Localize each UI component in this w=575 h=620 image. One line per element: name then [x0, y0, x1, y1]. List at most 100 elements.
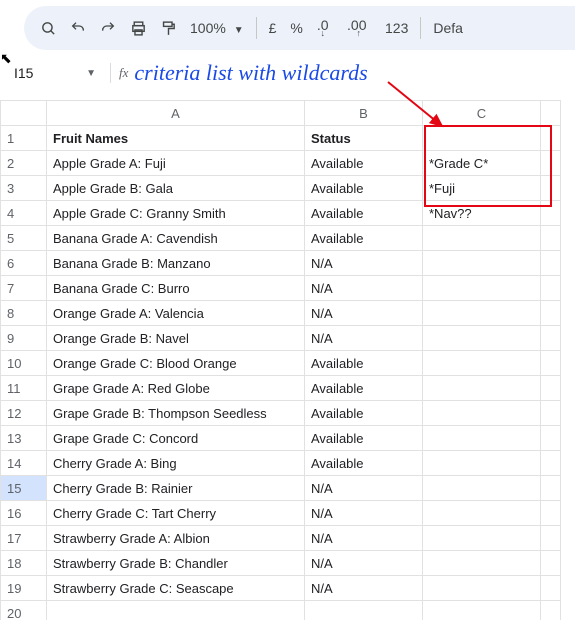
- cell[interactable]: [423, 401, 541, 426]
- search-icon[interactable]: [34, 14, 62, 42]
- print-icon[interactable]: [124, 14, 152, 42]
- name-box[interactable]: I15 ▼: [14, 65, 102, 81]
- cell[interactable]: [423, 476, 541, 501]
- row-header[interactable]: 9: [1, 326, 47, 351]
- cell[interactable]: [541, 526, 561, 551]
- cell[interactable]: N/A: [305, 301, 423, 326]
- cell[interactable]: *Grade C*: [423, 151, 541, 176]
- table-row[interactable]: 17Strawberry Grade A: AlbionN/A: [1, 526, 561, 551]
- font-dropdown[interactable]: Defa: [427, 20, 469, 36]
- table-row[interactable]: 19Strawberry Grade C: SeascapeN/A: [1, 576, 561, 601]
- cell[interactable]: Fruit Names: [47, 126, 305, 151]
- cell[interactable]: [541, 601, 561, 620]
- cell[interactable]: Available: [305, 176, 423, 201]
- table-row[interactable]: 10Orange Grade C: Blood OrangeAvailable: [1, 351, 561, 376]
- cell[interactable]: Grape Grade C: Concord: [47, 426, 305, 451]
- cell[interactable]: [541, 351, 561, 376]
- table-row[interactable]: 15Cherry Grade B: RainierN/A: [1, 476, 561, 501]
- cell[interactable]: [423, 351, 541, 376]
- row-header[interactable]: 2: [1, 151, 47, 176]
- cell[interactable]: N/A: [305, 251, 423, 276]
- table-row[interactable]: 5Banana Grade A: CavendishAvailable: [1, 226, 561, 251]
- cell[interactable]: [541, 551, 561, 576]
- row-header[interactable]: 16: [1, 501, 47, 526]
- decrease-decimal-button[interactable]: .0↓: [311, 20, 339, 36]
- cell[interactable]: N/A: [305, 326, 423, 351]
- column-header-C[interactable]: C: [423, 101, 541, 126]
- cell[interactable]: N/A: [305, 276, 423, 301]
- row-header[interactable]: 13: [1, 426, 47, 451]
- cell[interactable]: Grape Grade B: Thompson Seedless: [47, 401, 305, 426]
- cell[interactable]: Available: [305, 201, 423, 226]
- cell[interactable]: [423, 226, 541, 251]
- cell[interactable]: [541, 401, 561, 426]
- cell[interactable]: [541, 576, 561, 601]
- table-row[interactable]: 13Grape Grade C: ConcordAvailable: [1, 426, 561, 451]
- row-header[interactable]: 17: [1, 526, 47, 551]
- cell[interactable]: [541, 151, 561, 176]
- column-header-B[interactable]: B: [305, 101, 423, 126]
- table-row[interactable]: 3Apple Grade B: GalaAvailable*Fuji: [1, 176, 561, 201]
- cell[interactable]: *Nav??: [423, 201, 541, 226]
- cell[interactable]: Cherry Grade B: Rainier: [47, 476, 305, 501]
- cell[interactable]: [541, 276, 561, 301]
- table-row[interactable]: 2Apple Grade A: FujiAvailable*Grade C*: [1, 151, 561, 176]
- cell[interactable]: N/A: [305, 576, 423, 601]
- cell[interactable]: Banana Grade B: Manzano: [47, 251, 305, 276]
- cell[interactable]: [541, 201, 561, 226]
- cell[interactable]: [541, 476, 561, 501]
- cell[interactable]: N/A: [305, 476, 423, 501]
- column-header-extra[interactable]: [541, 101, 561, 126]
- cell[interactable]: N/A: [305, 551, 423, 576]
- row-header[interactable]: 6: [1, 251, 47, 276]
- redo-icon[interactable]: [94, 14, 122, 42]
- increase-decimal-button[interactable]: .00↑: [341, 20, 377, 36]
- paint-format-icon[interactable]: [154, 14, 182, 42]
- cell[interactable]: Cherry Grade A: Bing: [47, 451, 305, 476]
- cell[interactable]: [541, 376, 561, 401]
- row-header[interactable]: 10: [1, 351, 47, 376]
- row-header[interactable]: 4: [1, 201, 47, 226]
- column-header-row[interactable]: A B C: [1, 101, 561, 126]
- row-header[interactable]: 5: [1, 226, 47, 251]
- table-row[interactable]: 1Fruit NamesStatus: [1, 126, 561, 151]
- cell[interactable]: Strawberry Grade B: Chandler: [47, 551, 305, 576]
- cell[interactable]: [423, 551, 541, 576]
- cell[interactable]: Banana Grade A: Cavendish: [47, 226, 305, 251]
- cell[interactable]: Banana Grade C: Burro: [47, 276, 305, 301]
- row-header[interactable]: 14: [1, 451, 47, 476]
- table-row[interactable]: 12Grape Grade B: Thompson SeedlessAvaila…: [1, 401, 561, 426]
- cell[interactable]: N/A: [305, 526, 423, 551]
- cell[interactable]: Orange Grade C: Blood Orange: [47, 351, 305, 376]
- row-header[interactable]: 12: [1, 401, 47, 426]
- cell[interactable]: [541, 326, 561, 351]
- percent-button[interactable]: %: [284, 20, 308, 36]
- cell[interactable]: Available: [305, 351, 423, 376]
- table-row[interactable]: 11Grape Grade A: Red GlobeAvailable: [1, 376, 561, 401]
- cell[interactable]: Orange Grade B: Navel: [47, 326, 305, 351]
- cell[interactable]: Available: [305, 401, 423, 426]
- cell[interactable]: [541, 451, 561, 476]
- cell[interactable]: Available: [305, 151, 423, 176]
- cell[interactable]: Available: [305, 426, 423, 451]
- table-row[interactable]: 20: [1, 601, 561, 620]
- cell[interactable]: [423, 601, 541, 620]
- undo-icon[interactable]: [64, 14, 92, 42]
- row-header[interactable]: 11: [1, 376, 47, 401]
- cell[interactable]: [423, 301, 541, 326]
- cell[interactable]: Apple Grade C: Granny Smith: [47, 201, 305, 226]
- table-row[interactable]: 7Banana Grade C: BurroN/A: [1, 276, 561, 301]
- cell[interactable]: [541, 126, 561, 151]
- cell[interactable]: Strawberry Grade A: Albion: [47, 526, 305, 551]
- row-header[interactable]: 1: [1, 126, 47, 151]
- row-header[interactable]: 7: [1, 276, 47, 301]
- cell[interactable]: [423, 451, 541, 476]
- cell[interactable]: [541, 176, 561, 201]
- row-header[interactable]: 15: [1, 476, 47, 501]
- spreadsheet-grid[interactable]: A B C 1Fruit NamesStatus2Apple Grade A: …: [0, 100, 575, 620]
- cell[interactable]: Strawberry Grade C: Seascape: [47, 576, 305, 601]
- column-header-A[interactable]: A: [47, 101, 305, 126]
- cell[interactable]: [423, 426, 541, 451]
- cell[interactable]: [541, 301, 561, 326]
- cell[interactable]: [423, 576, 541, 601]
